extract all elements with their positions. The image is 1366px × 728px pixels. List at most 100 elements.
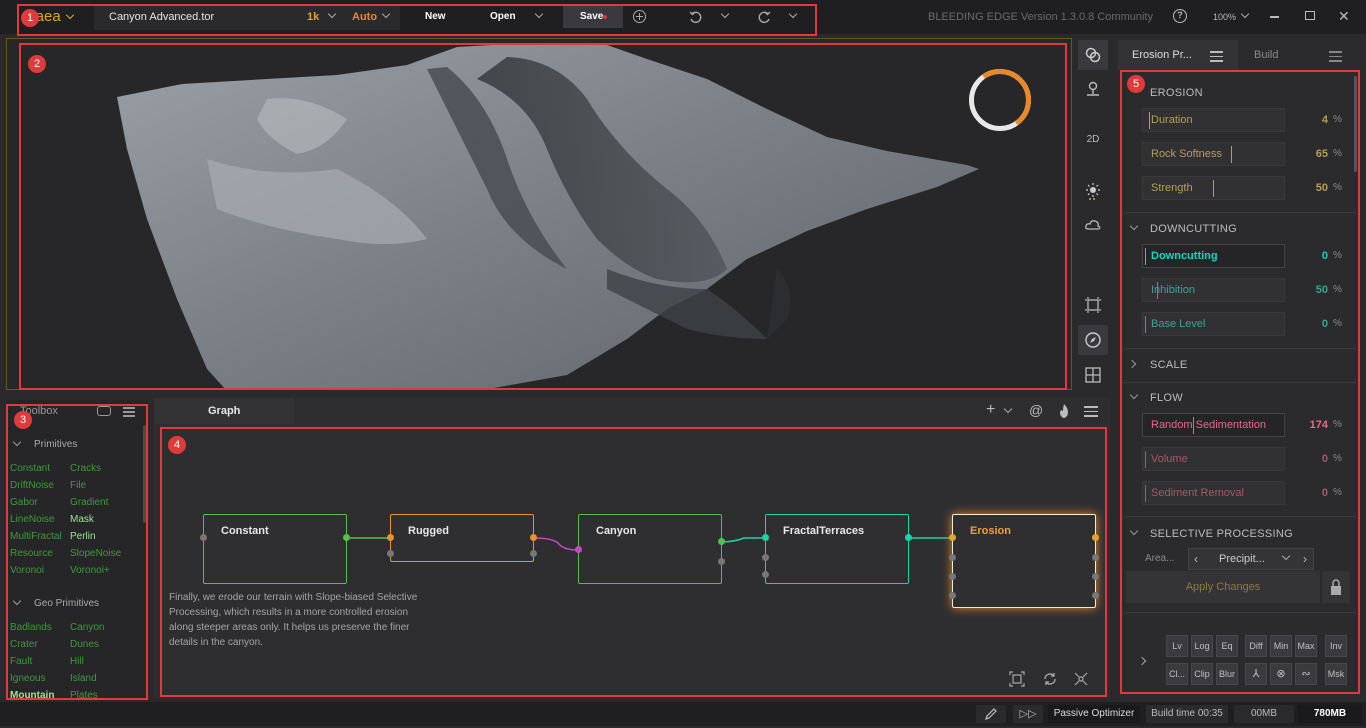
mini-button-max[interactable]: Max xyxy=(1295,635,1317,657)
toolbox-item[interactable]: Voronoi+ xyxy=(70,565,110,576)
output-port[interactable] xyxy=(1092,534,1099,541)
slider-handle[interactable] xyxy=(1193,417,1194,434)
close-icon[interactable]: ✕ xyxy=(1338,8,1352,24)
slider-handle[interactable] xyxy=(1145,316,1146,333)
slider-handle[interactable] xyxy=(1149,112,1150,129)
input-port[interactable] xyxy=(949,573,956,580)
menu-icon[interactable] xyxy=(123,407,135,417)
output-port[interactable] xyxy=(530,534,537,541)
layout-icon[interactable] xyxy=(1073,671,1089,687)
slider-duration[interactable]: Duration xyxy=(1142,108,1285,132)
menu-icon[interactable] xyxy=(1329,51,1342,62)
slider-inhibition[interactable]: Inhibition xyxy=(1142,278,1285,302)
mini-button-clip[interactable]: Clip xyxy=(1191,663,1213,685)
undo-icon[interactable] xyxy=(688,9,704,25)
save-button[interactable]: Save xyxy=(563,6,623,28)
slider-random-sedimentation[interactable]: Random Sedimentation xyxy=(1142,413,1285,437)
toolbox-item[interactable]: LineNoise xyxy=(10,514,54,525)
toolbox-item[interactable]: Gabor xyxy=(10,497,38,508)
chevron-left-icon[interactable]: ‹ xyxy=(1194,552,1198,566)
fit-view-icon[interactable] xyxy=(1009,671,1025,687)
toolbox-item[interactable]: Canyon xyxy=(70,622,104,633)
mini-button-msk[interactable]: Msk xyxy=(1325,663,1347,685)
graph-node-rugged[interactable]: Rugged xyxy=(387,514,537,562)
slider-downcutting[interactable]: Downcutting xyxy=(1142,244,1285,268)
section-selective-processing[interactable]: SELECTIVE PROCESSING xyxy=(1150,528,1293,540)
slider-handle[interactable] xyxy=(1145,248,1146,265)
compass-icon[interactable] xyxy=(1078,325,1108,355)
slider-handle[interactable] xyxy=(1231,146,1232,163)
pencil-button[interactable] xyxy=(976,705,1006,723)
graph-node-erosion[interactable]: Erosion xyxy=(949,514,1099,608)
input-port[interactable] xyxy=(387,534,394,541)
mini-button-log[interactable]: Log xyxy=(1191,635,1213,657)
toolbox-item[interactable]: Badlands xyxy=(10,622,52,633)
apply-changes-button[interactable]: Apply Changes xyxy=(1126,571,1320,603)
output-port[interactable] xyxy=(1092,554,1099,561)
mode-dropdown[interactable]: Auto xyxy=(352,0,391,34)
toolbox-item[interactable]: DriftNoise xyxy=(10,480,54,491)
slider-volume[interactable]: Volume xyxy=(1142,447,1285,471)
minimize-icon[interactable] xyxy=(1270,16,1279,18)
section-flow[interactable]: FLOW xyxy=(1150,392,1183,404)
tab-erosion-properties[interactable]: Erosion Pr... xyxy=(1118,40,1238,70)
play-forward-icon[interactable]: ▷▷ xyxy=(1013,705,1043,723)
mini-button-eq[interactable]: Eq xyxy=(1216,635,1238,657)
toolbox-item[interactable]: Gradient xyxy=(70,497,108,508)
add-node-icon[interactable]: + xyxy=(986,402,995,418)
frame-icon[interactable] xyxy=(1078,290,1108,320)
input-port[interactable] xyxy=(949,592,956,599)
slider-rock-softness[interactable]: Rock Softness xyxy=(1142,142,1285,166)
output-port[interactable] xyxy=(1092,592,1099,599)
link-icon[interactable] xyxy=(1078,40,1108,70)
group-primitives[interactable]: Primitives xyxy=(34,439,77,450)
pin-icon[interactable] xyxy=(1078,74,1108,104)
toolbox-item[interactable]: Igneous xyxy=(10,673,46,684)
graph-node-constant[interactable]: Constant xyxy=(200,514,350,584)
open-dropdown[interactable] xyxy=(530,0,544,34)
zoom-dropdown[interactable]: 100% xyxy=(1213,0,1250,34)
toolbox-item[interactable]: Island xyxy=(70,673,97,684)
mini-button-blur[interactable]: Blur xyxy=(1216,663,1238,685)
input-port[interactable] xyxy=(762,534,769,541)
output-port[interactable] xyxy=(905,534,912,541)
output-port[interactable] xyxy=(343,534,350,541)
toolbox-item[interactable]: Voronoi xyxy=(10,565,44,576)
chevron-down-icon[interactable] xyxy=(1281,551,1291,561)
lock-button[interactable] xyxy=(1322,571,1350,603)
restore-icon[interactable] xyxy=(1305,11,1315,20)
input-port[interactable] xyxy=(762,571,769,578)
mini-button-clamp[interactable]: Cl... xyxy=(1166,663,1188,685)
output-port[interactable] xyxy=(530,550,537,557)
sun-icon[interactable] xyxy=(1078,176,1108,206)
mini-button-inv[interactable]: Inv xyxy=(1325,635,1347,657)
menu-icon[interactable] xyxy=(1084,406,1098,417)
toolbox-item[interactable]: Hill xyxy=(70,656,84,667)
toolbox-item[interactable]: Cracks xyxy=(70,463,101,474)
mode-2d-button[interactable]: 2D xyxy=(1078,124,1108,154)
toolbox-item[interactable]: Mask xyxy=(70,514,94,525)
at-icon[interactable]: @ xyxy=(1029,402,1043,418)
graph-node-canyon[interactable]: Canyon xyxy=(575,514,725,584)
output-port[interactable] xyxy=(718,558,725,565)
input-port[interactable] xyxy=(575,546,582,553)
open-button[interactable]: Open xyxy=(490,0,516,34)
group-geo-primitives[interactable]: Geo Primitives xyxy=(34,598,99,609)
tab-graph[interactable]: Graph xyxy=(154,398,294,424)
output-port[interactable] xyxy=(1092,573,1099,580)
input-port[interactable] xyxy=(762,554,769,561)
passive-optimizer[interactable]: Passive Optimizer xyxy=(1048,705,1140,723)
add-circle-icon[interactable] xyxy=(633,10,646,23)
mini-button-lv[interactable]: Lv xyxy=(1166,635,1188,657)
chevron-right-icon[interactable]: › xyxy=(1303,552,1307,566)
slider-handle[interactable] xyxy=(1213,180,1214,197)
toolbox-item[interactable]: File xyxy=(70,480,86,491)
mini-button-wave-icon[interactable]: ∾ xyxy=(1295,663,1317,685)
slider-handle[interactable] xyxy=(1157,282,1158,299)
toolbox-item[interactable]: Plates xyxy=(70,690,98,701)
input-port[interactable] xyxy=(949,554,956,561)
mini-button-diff[interactable]: Diff xyxy=(1245,635,1267,657)
tab-build[interactable]: Build xyxy=(1254,49,1278,61)
flame-icon[interactable] xyxy=(1057,403,1071,419)
slider-sediment-removal[interactable]: Sediment Removal xyxy=(1142,481,1285,505)
